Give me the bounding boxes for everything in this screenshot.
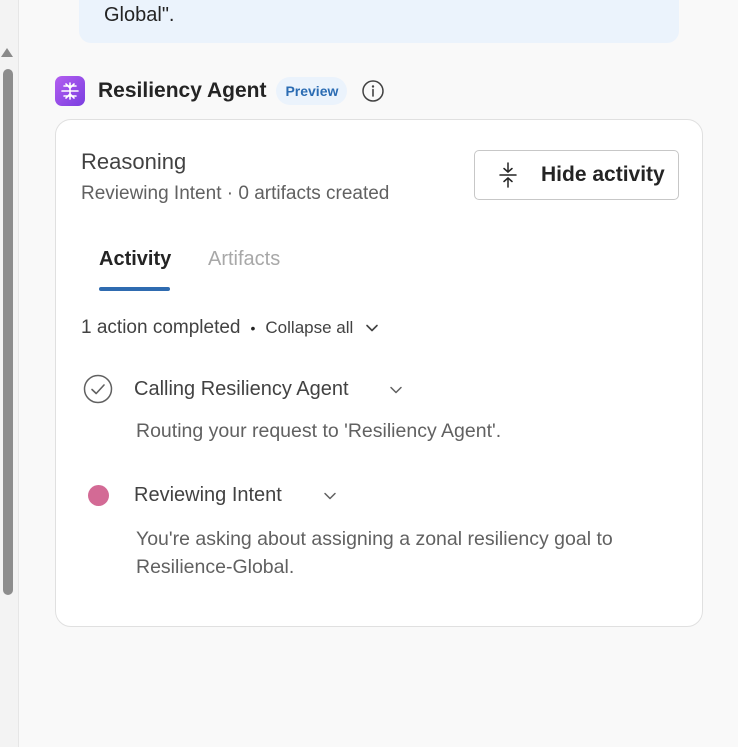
- step-title[interactable]: Calling Resiliency Agent: [134, 378, 349, 401]
- in-progress-dot-icon: [88, 485, 109, 506]
- separator-dot: •: [250, 320, 256, 336]
- agent-name: Resiliency Agent: [98, 79, 267, 102]
- preview-badge: Preview: [276, 77, 348, 105]
- checkmark-circle-icon: [83, 374, 113, 404]
- scroll-up-arrow-icon[interactable]: [1, 48, 13, 57]
- step-description: Routing your request to 'Resiliency Agen…: [136, 420, 502, 442]
- scrollbar[interactable]: [0, 0, 19, 747]
- chevron-down-icon[interactable]: [323, 489, 337, 503]
- reasoning-card: Reasoning Reviewing Intent · 0 artifacts…: [55, 119, 703, 627]
- actions-completed-text: 1 action completed: [81, 317, 241, 338]
- tab-selected-indicator: [99, 287, 170, 291]
- card-title: Reasoning: [81, 149, 187, 174]
- agent-logo-icon: [55, 76, 85, 106]
- step-description: You're asking about assigning a zonal re…: [136, 528, 613, 578]
- scrollbar-thumb[interactable]: [3, 69, 13, 595]
- hide-activity-label: Hide activity: [541, 163, 665, 186]
- hide-activity-button[interactable]: Hide activity: [474, 150, 679, 200]
- collapse-vertical-icon: [499, 162, 517, 188]
- previous-message-bubble: Global".: [79, 0, 679, 43]
- chat-pane: Global". Resiliency Agent Preview Reason…: [0, 0, 738, 747]
- activity-summary: 1 action completed • Collapse all: [81, 315, 379, 341]
- card-subtitle: Reviewing Intent · 0 artifacts created: [81, 183, 390, 204]
- step-title[interactable]: Reviewing Intent: [134, 484, 282, 507]
- tab-activity[interactable]: Activity: [99, 248, 171, 271]
- previous-message-text: Global".: [104, 4, 175, 26]
- chevron-down-icon[interactable]: [365, 321, 379, 335]
- tab-artifacts[interactable]: Artifacts: [208, 248, 280, 271]
- info-icon[interactable]: [361, 79, 385, 103]
- agent-header: Resiliency Agent Preview: [55, 75, 385, 107]
- chevron-down-icon[interactable]: [389, 383, 403, 397]
- collapse-all-button[interactable]: Collapse all: [265, 318, 353, 338]
